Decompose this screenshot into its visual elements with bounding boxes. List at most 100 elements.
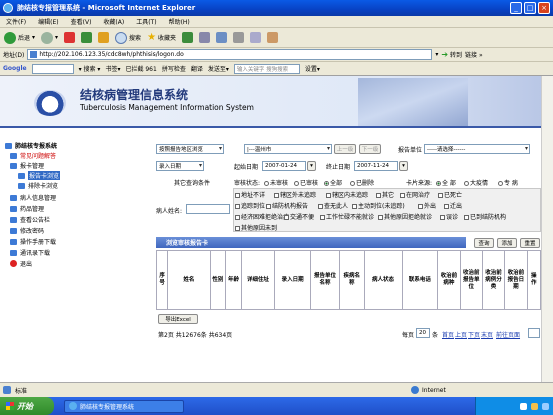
check-row1-2[interactable]: 其它 — [376, 190, 394, 199]
query-button[interactable]: 查询 — [474, 238, 494, 248]
sidebar-item-logout[interactable]: 退出 — [10, 259, 32, 268]
favorites-button[interactable]: ★ 收藏夹 — [147, 32, 176, 43]
google-search-button[interactable]: ▾ 搜索 ▾ — [79, 64, 101, 73]
audit-radio-deleted[interactable]: 已删除 — [350, 178, 374, 187]
check-row3-2[interactable]: 工作忙碌不能就诊 — [320, 212, 374, 221]
check-row1-4[interactable]: 已死亡 — [438, 190, 462, 199]
sidebar-item-password[interactable]: 修改密码 — [10, 226, 44, 235]
first-page-link[interactable]: 首页 — [442, 330, 454, 339]
tab-browse-audit[interactable]: 浏览审核报告卡 — [156, 237, 466, 248]
per-page-input[interactable]: 20 — [416, 328, 430, 338]
tray-icon[interactable] — [520, 402, 527, 410]
audit-radio-unaudited[interactable]: 未审核 — [264, 178, 288, 187]
edit-icon[interactable] — [250, 32, 262, 43]
sidebar-root[interactable]: 肺结核专报系统 — [5, 141, 57, 150]
sidebar-item-notice[interactable]: 查看公告栏 — [10, 215, 50, 224]
address-dropdown-icon[interactable]: ▾ — [435, 51, 438, 58]
forward-button[interactable]: ▾ — [41, 31, 58, 44]
check-addr-unknown[interactable]: 地址不详 — [235, 190, 265, 199]
history-icon[interactable] — [199, 32, 211, 43]
goto-page-link[interactable]: 前往页面 — [496, 330, 520, 339]
sidebar-item-exclude-browse[interactable]: 排除卡浏览 — [18, 181, 58, 190]
go-button[interactable]: ➔ 转到 — [441, 50, 462, 59]
check-row1-0[interactable]: 辖区外未追踪 — [274, 190, 316, 199]
area-mode-select[interactable]: 按照报告地区浏览 — [156, 144, 224, 154]
check-row2-1[interactable]: 结防机构报告 — [266, 201, 308, 210]
date-type-select[interactable]: 录入日期 — [156, 161, 204, 171]
check-row1-1[interactable]: 辖区内未追踪 — [326, 190, 368, 199]
sidebar-item-report-browse[interactable]: 报告卡浏览 — [18, 171, 61, 180]
popup-blocked[interactable]: 已拦截 961 — [125, 64, 156, 73]
menu-edit[interactable]: 编辑(E) — [38, 17, 58, 26]
last-page-link[interactable]: 末页 — [481, 330, 493, 339]
translate-button[interactable]: 翻译 — [191, 64, 203, 73]
close-button[interactable]: × — [538, 2, 550, 14]
check-row4-0[interactable]: 其他原因未到 — [235, 223, 277, 232]
prev-level-button[interactable]: 上一级 — [334, 144, 356, 154]
audit-radio-audited[interactable]: 已审核 — [294, 178, 318, 187]
goto-page-input[interactable] — [528, 328, 540, 338]
mail-icon[interactable] — [216, 32, 228, 43]
check-row1-3[interactable]: 在网治疗 — [400, 190, 430, 199]
check-row3-1[interactable]: 交通不便 — [284, 212, 314, 221]
check-row3-5[interactable]: 已到结防机构 — [464, 212, 506, 221]
prev-page-link[interactable]: 上页 — [455, 330, 467, 339]
start-date-picker[interactable]: ▾ — [307, 161, 316, 171]
address-input[interactable]: http://202.106.123.35/cdc8wh/phthisis/lo… — [27, 49, 433, 60]
back-button[interactable]: 后退 ▾ — [4, 31, 35, 44]
check-row3-3[interactable]: 其他原因拒绝就诊 — [378, 212, 432, 221]
sidebar-item-manual[interactable]: 操作手册下载 — [10, 237, 56, 246]
menu-favorites[interactable]: 收藏(A) — [103, 17, 124, 26]
patient-name-input[interactable] — [186, 204, 230, 214]
refresh-icon[interactable] — [81, 32, 93, 43]
sidebar-item-contacts[interactable]: 通讯录下载 — [10, 248, 50, 257]
home-icon[interactable] — [98, 32, 110, 43]
spellcheck-button[interactable]: 拼写检查 — [162, 64, 186, 73]
check-row2-5[interactable]: 迁出 — [444, 201, 462, 210]
check-row2-0[interactable]: 追踪到位 — [235, 201, 265, 210]
taskbar-item-ie[interactable]: 肺结核专报管理系统 — [64, 399, 184, 413]
tray-icon[interactable] — [542, 402, 549, 410]
report-unit-select[interactable]: -----请选择------ — [424, 144, 530, 154]
export-excel-button[interactable]: 导出Excel — [158, 314, 198, 324]
media-icon[interactable] — [182, 32, 194, 43]
sogou-search-input[interactable]: 输入关键字 搜狗搜索 — [233, 63, 300, 74]
discuss-icon[interactable] — [267, 32, 279, 43]
source-radio-special[interactable]: 专 病 — [498, 178, 518, 187]
menu-view[interactable]: 查看(V) — [71, 17, 92, 26]
maximize-button[interactable]: □ — [524, 2, 536, 14]
check-row3-0[interactable]: 经济困难拒绝治疗 — [235, 212, 289, 221]
source-radio-epidemic[interactable]: 大疫情 — [464, 178, 488, 187]
menu-file[interactable]: 文件(F) — [6, 17, 26, 26]
sidebar-item-faq[interactable]: 常见问题解答 — [10, 151, 56, 160]
sidebar-item-drug[interactable]: 药品管理 — [10, 204, 44, 213]
bookmarks-button[interactable]: 书签▾ — [105, 64, 120, 73]
stop-icon[interactable] — [64, 32, 76, 43]
source-radio-all[interactable]: 全 部 — [436, 178, 456, 187]
audit-radio-all[interactable]: 全部 — [324, 178, 342, 187]
minimize-button[interactable]: _ — [510, 2, 522, 14]
search-button[interactable]: 搜索 — [115, 31, 141, 44]
start-button[interactable]: 开始 — [0, 397, 54, 415]
sidebar-item-card-mgmt[interactable]: 报卡管理 — [10, 161, 44, 170]
settings-button[interactable]: 设置▾ — [305, 64, 320, 73]
check-row3-4[interactable]: 误诊 — [440, 212, 458, 221]
print-icon[interactable] — [233, 32, 245, 43]
next-page-link[interactable]: 下页 — [468, 330, 480, 339]
end-date-input[interactable]: 2007-11-24 — [354, 161, 398, 171]
menu-help[interactable]: 帮助(H) — [169, 17, 190, 26]
end-date-picker[interactable]: ▾ — [399, 161, 408, 171]
region-select[interactable]: |---温州市 — [244, 144, 332, 154]
sendto-button[interactable]: 发送至▾ — [208, 64, 229, 73]
reset-button[interactable]: 重置 — [520, 238, 540, 248]
check-row2-3[interactable]: 主动到位(未追踪) — [352, 201, 405, 210]
add-button[interactable]: 添加 — [497, 238, 517, 248]
sidebar-item-patient[interactable]: 病人信息管理 — [10, 193, 56, 202]
next-level-button[interactable]: 下一级 — [359, 144, 381, 154]
vertical-scrollbar[interactable] — [541, 76, 553, 382]
google-search-input[interactable] — [31, 63, 74, 74]
menu-tools[interactable]: 工具(T) — [136, 17, 156, 26]
tray-icon[interactable] — [531, 402, 538, 410]
check-row2-2[interactable]: 查无此人 — [318, 201, 348, 210]
start-date-input[interactable]: 2007-01-24 — [262, 161, 306, 171]
